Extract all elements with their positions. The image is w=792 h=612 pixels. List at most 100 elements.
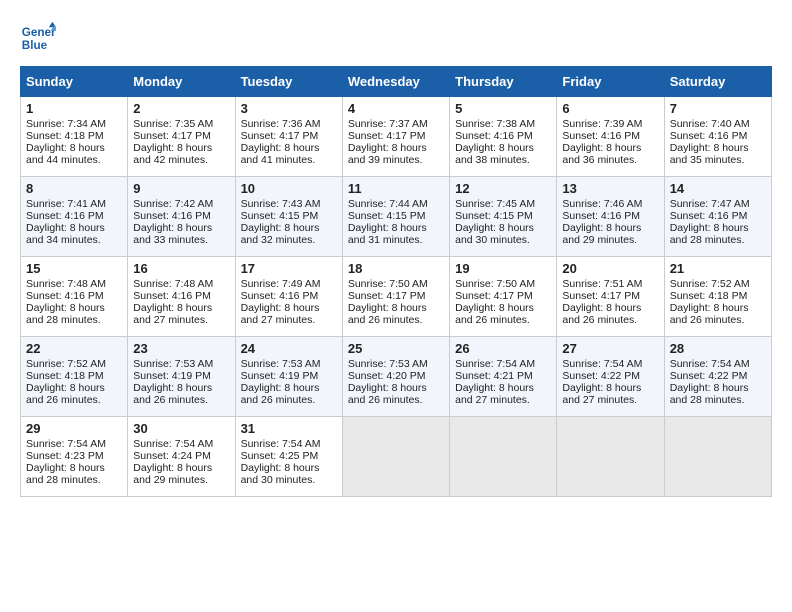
sunset-text: Sunset: 4:16 PM (670, 210, 748, 222)
calendar-cell: 9Sunrise: 7:42 AMSunset: 4:16 PMDaylight… (128, 177, 235, 257)
calendar-cell (450, 417, 557, 497)
sunrise-text: Sunrise: 7:52 AM (670, 278, 750, 290)
sunset-text: Sunset: 4:15 PM (348, 210, 426, 222)
day-number: 6 (562, 101, 658, 116)
calendar-cell: 16Sunrise: 7:48 AMSunset: 4:16 PMDayligh… (128, 257, 235, 337)
sunrise-text: Sunrise: 7:51 AM (562, 278, 642, 290)
sunrise-text: Sunrise: 7:53 AM (348, 358, 428, 370)
calendar-week-row: 22Sunrise: 7:52 AMSunset: 4:18 PMDayligh… (21, 337, 772, 417)
daylight-text: Daylight: 8 hours and 28 minutes. (26, 302, 105, 326)
daylight-text: Daylight: 8 hours and 26 minutes. (26, 382, 105, 406)
sunset-text: Sunset: 4:16 PM (26, 290, 104, 302)
day-number: 20 (562, 261, 658, 276)
daylight-text: Daylight: 8 hours and 39 minutes. (348, 142, 427, 166)
sunrise-text: Sunrise: 7:50 AM (348, 278, 428, 290)
sunset-text: Sunset: 4:19 PM (133, 370, 211, 382)
calendar-cell: 2Sunrise: 7:35 AMSunset: 4:17 PMDaylight… (128, 97, 235, 177)
daylight-text: Daylight: 8 hours and 34 minutes. (26, 222, 105, 246)
day-number: 30 (133, 421, 229, 436)
calendar-cell (557, 417, 664, 497)
sunrise-text: Sunrise: 7:48 AM (133, 278, 213, 290)
header-saturday: Saturday (664, 67, 771, 97)
calendar-cell: 21Sunrise: 7:52 AMSunset: 4:18 PMDayligh… (664, 257, 771, 337)
daylight-text: Daylight: 8 hours and 26 minutes. (348, 302, 427, 326)
calendar-cell: 18Sunrise: 7:50 AMSunset: 4:17 PMDayligh… (342, 257, 449, 337)
sunrise-text: Sunrise: 7:35 AM (133, 118, 213, 130)
day-number: 5 (455, 101, 551, 116)
sunset-text: Sunset: 4:25 PM (241, 450, 319, 462)
sunset-text: Sunset: 4:16 PM (26, 210, 104, 222)
daylight-text: Daylight: 8 hours and 27 minutes. (455, 382, 534, 406)
sunset-text: Sunset: 4:17 PM (455, 290, 533, 302)
sunset-text: Sunset: 4:17 PM (133, 130, 211, 142)
daylight-text: Daylight: 8 hours and 26 minutes. (670, 302, 749, 326)
daylight-text: Daylight: 8 hours and 28 minutes. (670, 382, 749, 406)
sunrise-text: Sunrise: 7:39 AM (562, 118, 642, 130)
day-number: 9 (133, 181, 229, 196)
daylight-text: Daylight: 8 hours and 26 minutes. (133, 382, 212, 406)
sunset-text: Sunset: 4:22 PM (670, 370, 748, 382)
calendar-week-row: 29Sunrise: 7:54 AMSunset: 4:23 PMDayligh… (21, 417, 772, 497)
header-friday: Friday (557, 67, 664, 97)
calendar-cell (664, 417, 771, 497)
calendar-cell: 31Sunrise: 7:54 AMSunset: 4:25 PMDayligh… (235, 417, 342, 497)
sunset-text: Sunset: 4:20 PM (348, 370, 426, 382)
daylight-text: Daylight: 8 hours and 26 minutes. (455, 302, 534, 326)
sunrise-text: Sunrise: 7:49 AM (241, 278, 321, 290)
day-number: 10 (241, 181, 337, 196)
sunrise-text: Sunrise: 7:50 AM (455, 278, 535, 290)
sunrise-text: Sunrise: 7:44 AM (348, 198, 428, 210)
sunset-text: Sunset: 4:24 PM (133, 450, 211, 462)
daylight-text: Daylight: 8 hours and 30 minutes. (241, 462, 320, 486)
day-number: 19 (455, 261, 551, 276)
sunset-text: Sunset: 4:22 PM (562, 370, 640, 382)
daylight-text: Daylight: 8 hours and 29 minutes. (133, 462, 212, 486)
logo-icon: General Blue (20, 20, 56, 56)
day-number: 7 (670, 101, 766, 116)
sunset-text: Sunset: 4:17 PM (241, 130, 319, 142)
day-number: 29 (26, 421, 122, 436)
calendar-cell: 20Sunrise: 7:51 AMSunset: 4:17 PMDayligh… (557, 257, 664, 337)
sunrise-text: Sunrise: 7:38 AM (455, 118, 535, 130)
page-header: General Blue (20, 20, 772, 56)
calendar-cell: 28 Sunrise: 7:54 AMSunset: 4:22 PMDayligh… (664, 337, 771, 417)
sunrise-text: Sunrise: 7:37 AM (348, 118, 428, 130)
calendar-cell: 12Sunrise: 7:45 AMSunset: 4:15 PMDayligh… (450, 177, 557, 257)
day-number: 4 (348, 101, 444, 116)
sunrise-text: Sunrise: 7:54 AM (26, 438, 106, 450)
daylight-text: Daylight: 8 hours and 27 minutes. (241, 302, 320, 326)
sunset-text: Sunset: 4:16 PM (670, 130, 748, 142)
calendar-cell: 3Sunrise: 7:36 AMSunset: 4:17 PMDaylight… (235, 97, 342, 177)
daylight-text: Daylight: 8 hours and 29 minutes. (562, 222, 641, 246)
day-number: 11 (348, 181, 444, 196)
day-number: 3 (241, 101, 337, 116)
daylight-text: Daylight: 8 hours and 27 minutes. (133, 302, 212, 326)
day-number: 15 (26, 261, 122, 276)
sunrise-text: Sunrise: 7:34 AM (26, 118, 106, 130)
calendar-cell: 13Sunrise: 7:46 AMSunset: 4:16 PMDayligh… (557, 177, 664, 257)
calendar-cell: 6Sunrise: 7:39 AMSunset: 4:16 PMDaylight… (557, 97, 664, 177)
daylight-text: Daylight: 8 hours and 38 minutes. (455, 142, 534, 166)
day-number: 8 (26, 181, 122, 196)
day-number: 28 (670, 341, 766, 356)
calendar-cell: 10Sunrise: 7:43 AMSunset: 4:15 PMDayligh… (235, 177, 342, 257)
day-number: 16 (133, 261, 229, 276)
day-number: 1 (26, 101, 122, 116)
daylight-text: Daylight: 8 hours and 26 minutes. (241, 382, 320, 406)
day-number: 27 (562, 341, 658, 356)
sunrise-text: Sunrise: 7:45 AM (455, 198, 535, 210)
calendar-cell: 4Sunrise: 7:37 AMSunset: 4:17 PMDaylight… (342, 97, 449, 177)
sunrise-text: Sunrise: 7:36 AM (241, 118, 321, 130)
sunset-text: Sunset: 4:16 PM (562, 130, 640, 142)
calendar-cell: 5Sunrise: 7:38 AMSunset: 4:16 PMDaylight… (450, 97, 557, 177)
daylight-text: Daylight: 8 hours and 26 minutes. (348, 382, 427, 406)
daylight-text: Daylight: 8 hours and 28 minutes. (26, 462, 105, 486)
calendar-cell: 19 Sunrise: 7:50 AMSunset: 4:17 PMDayligh… (450, 257, 557, 337)
sunset-text: Sunset: 4:15 PM (241, 210, 319, 222)
day-number: 2 (133, 101, 229, 116)
sunrise-text: Sunrise: 7:54 AM (670, 358, 750, 370)
sunrise-text: Sunrise: 7:54 AM (241, 438, 321, 450)
sunset-text: Sunset: 4:19 PM (241, 370, 319, 382)
sunrise-text: Sunrise: 7:48 AM (26, 278, 106, 290)
day-number: 18 (348, 261, 444, 276)
